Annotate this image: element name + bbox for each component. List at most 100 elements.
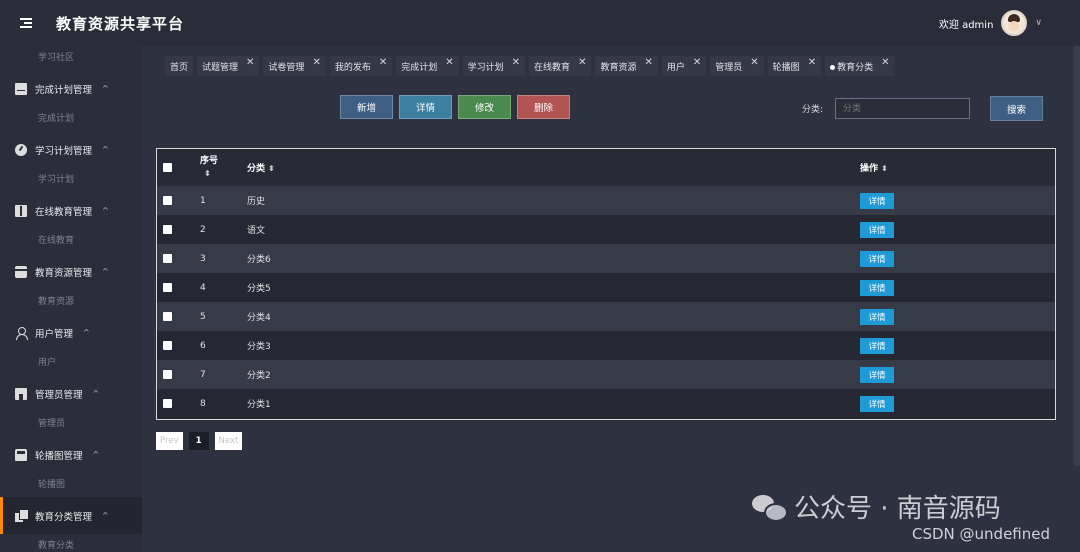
tab-home[interactable]: 首页 [165, 56, 194, 76]
tab-admins[interactable]: 管理员 ✕ [710, 56, 764, 76]
row-detail-button[interactable]: 详情 [860, 308, 894, 325]
row-detail-button[interactable]: 详情 [860, 366, 894, 383]
sidebar-group-label: 轮播图管理 [35, 450, 83, 462]
sidebar-subitem-online-education[interactable]: 在线教育 [0, 229, 142, 253]
sidebar-subitem-edu-category[interactable]: 教育分类 [0, 534, 142, 552]
column-header-category[interactable]: 分类 ⬍ [247, 161, 275, 174]
next-page-button[interactable]: Next [214, 432, 243, 450]
sidebar-subitem-users[interactable]: 用户 [0, 351, 142, 375]
scrollbar[interactable] [1074, 46, 1080, 466]
close-icon[interactable]: ✕ [578, 57, 586, 68]
row-detail-button[interactable]: 详情 [860, 221, 894, 238]
sort-icon[interactable]: ⬍ [881, 164, 888, 173]
delete-button[interactable]: 删除 [517, 95, 570, 119]
tab-label: 首页 [170, 62, 189, 73]
row-checkbox[interactable] [163, 254, 172, 263]
row-checkbox[interactable] [163, 312, 172, 321]
avatar[interactable] [1001, 10, 1028, 36]
watermark-wechat: 公众号 · 南音源码 [752, 488, 1001, 525]
close-icon[interactable]: ✕ [379, 57, 387, 68]
sidebar-group-admins[interactable]: 管理员管理 ^ [0, 375, 142, 412]
tab-study-plan[interactable]: 学习计划 ✕ [462, 56, 526, 76]
sidebar-subitem-edu-resources[interactable]: 教育资源 [0, 290, 142, 314]
close-icon[interactable]: ✕ [750, 57, 758, 68]
search-label: 分类: [802, 105, 824, 115]
sidebar: 学习社区 完成计划管理 ^ 完成计划 学习计划管理 ^ 学习计划 在线教育管理 … [0, 46, 142, 552]
tab-question-mgmt[interactable]: 试题管理 ✕ [197, 56, 260, 76]
sidebar-group-carousel[interactable]: 轮播图管理 ^ [0, 436, 142, 473]
sidebar-subitem-plan-complete[interactable]: 完成计划 [0, 107, 142, 131]
sort-icon[interactable]: ⬍ [204, 169, 218, 178]
close-icon[interactable]: ✕ [881, 57, 889, 68]
tab-my-posts[interactable]: 我的发布 ✕ [329, 56, 393, 76]
tab-label: 教育资源 [600, 62, 637, 73]
sidebar-subitem-study-plan[interactable]: 学习计划 [0, 168, 142, 192]
select-all-checkbox[interactable] [163, 163, 172, 172]
search-button[interactable]: 搜索 [990, 96, 1043, 121]
sidebar-subitem-carousel[interactable]: 轮播图 [0, 473, 142, 497]
sidebar-subitem-admins[interactable]: 管理员 [0, 412, 142, 436]
tab-bar: 首页 试题管理 ✕ 试卷管理 ✕ 我的发布 ✕ 完成计划 ✕ 学习计划 ✕ 在线教育 ✕ 教… [165, 56, 895, 76]
row-category: 分类3 [247, 342, 271, 352]
sidebar-group-edu-resources[interactable]: 教育资源管理 ^ [0, 253, 142, 290]
category-search-input[interactable] [835, 98, 970, 119]
tab-carousel[interactable]: 轮播图 ✕ [767, 56, 822, 76]
chevron-down-icon[interactable]: ∨ [1035, 18, 1042, 28]
prev-page-button[interactable]: Prev [156, 432, 183, 450]
close-icon[interactable]: ✕ [808, 57, 816, 68]
row-detail-button[interactable]: 详情 [860, 395, 894, 412]
row-category: 分类5 [247, 284, 271, 294]
column-header-no-label: 序号 [200, 156, 219, 166]
active-dot-icon [830, 64, 836, 70]
row-detail-button[interactable]: 详情 [860, 250, 894, 267]
current-page[interactable]: 1 [188, 432, 209, 450]
row-checkbox[interactable] [163, 196, 172, 205]
sort-icon[interactable]: ⬍ [268, 164, 275, 173]
row-category: 分类2 [247, 371, 271, 381]
row-checkbox[interactable] [163, 341, 172, 350]
row-checkbox[interactable] [163, 283, 172, 292]
pagination: Prev 1 Next [156, 432, 243, 450]
tab-edu-resources[interactable]: 教育资源 ✕ [595, 56, 658, 76]
chevron-up-icon: ^ [102, 511, 109, 520]
close-icon[interactable]: ✕ [693, 57, 701, 68]
column-header-no[interactable]: 序号 ⬍ [200, 153, 218, 178]
sidebar-group-study-plan[interactable]: 学习计划管理 ^ [0, 131, 142, 168]
detail-button[interactable]: 详情 [399, 95, 452, 119]
close-icon[interactable]: ✕ [246, 57, 254, 68]
menu-toggle-icon[interactable] [20, 15, 36, 31]
row-checkbox[interactable] [163, 225, 172, 234]
column-header-operation[interactable]: 操作 ⬍ [860, 161, 888, 174]
close-icon[interactable]: ✕ [644, 57, 652, 68]
sidebar-group-online-education[interactable]: 在线教育管理 ^ [0, 192, 142, 229]
close-icon[interactable]: ✕ [312, 57, 320, 68]
edit-button[interactable]: 修改 [458, 95, 511, 119]
tab-label: 试题管理 [202, 62, 239, 73]
column-header-operation-label: 操作 [860, 164, 879, 174]
sidebar-subitem-learning-community[interactable]: 学习社区 [0, 46, 142, 70]
add-button[interactable]: 新增 [340, 95, 393, 119]
user-menu[interactable]: 欢迎 admin ∨ [939, 0, 1042, 46]
row-checkbox[interactable] [163, 370, 172, 379]
row-detail-button[interactable]: 详情 [860, 337, 894, 354]
sidebar-group-plan-complete[interactable]: 完成计划管理 ^ [0, 70, 142, 107]
row-detail-button[interactable]: 详情 [860, 192, 894, 209]
tab-plan-complete[interactable]: 完成计划 ✕ [396, 56, 459, 76]
sidebar-group-edu-category[interactable]: 教育分类管理 ^ [0, 497, 142, 534]
tab-users[interactable]: 用户 ✕ [661, 56, 707, 76]
row-checkbox[interactable] [163, 399, 172, 408]
row-category: 分类1 [247, 400, 271, 410]
table-row: 3 分类6 详情 [157, 244, 1055, 273]
tab-paper-mgmt[interactable]: 试卷管理 ✕ [263, 56, 326, 76]
sidebar-group-users[interactable]: 用户管理 ^ [0, 314, 142, 351]
row-detail-button[interactable]: 详情 [860, 279, 894, 296]
tab-online-education[interactable]: 在线教育 ✕ [529, 56, 592, 76]
app-title: 教育资源共享平台 [56, 14, 185, 33]
close-icon[interactable]: ✕ [512, 57, 520, 68]
tab-edu-category[interactable]: 教育分类 ✕ [825, 56, 895, 76]
tab-label: 用户 [666, 62, 685, 73]
close-icon[interactable]: ✕ [445, 57, 453, 68]
sidebar-group-label: 学习计划管理 [35, 145, 93, 157]
row-number: 8 [200, 398, 206, 409]
tab-label: 试卷管理 [268, 62, 305, 73]
